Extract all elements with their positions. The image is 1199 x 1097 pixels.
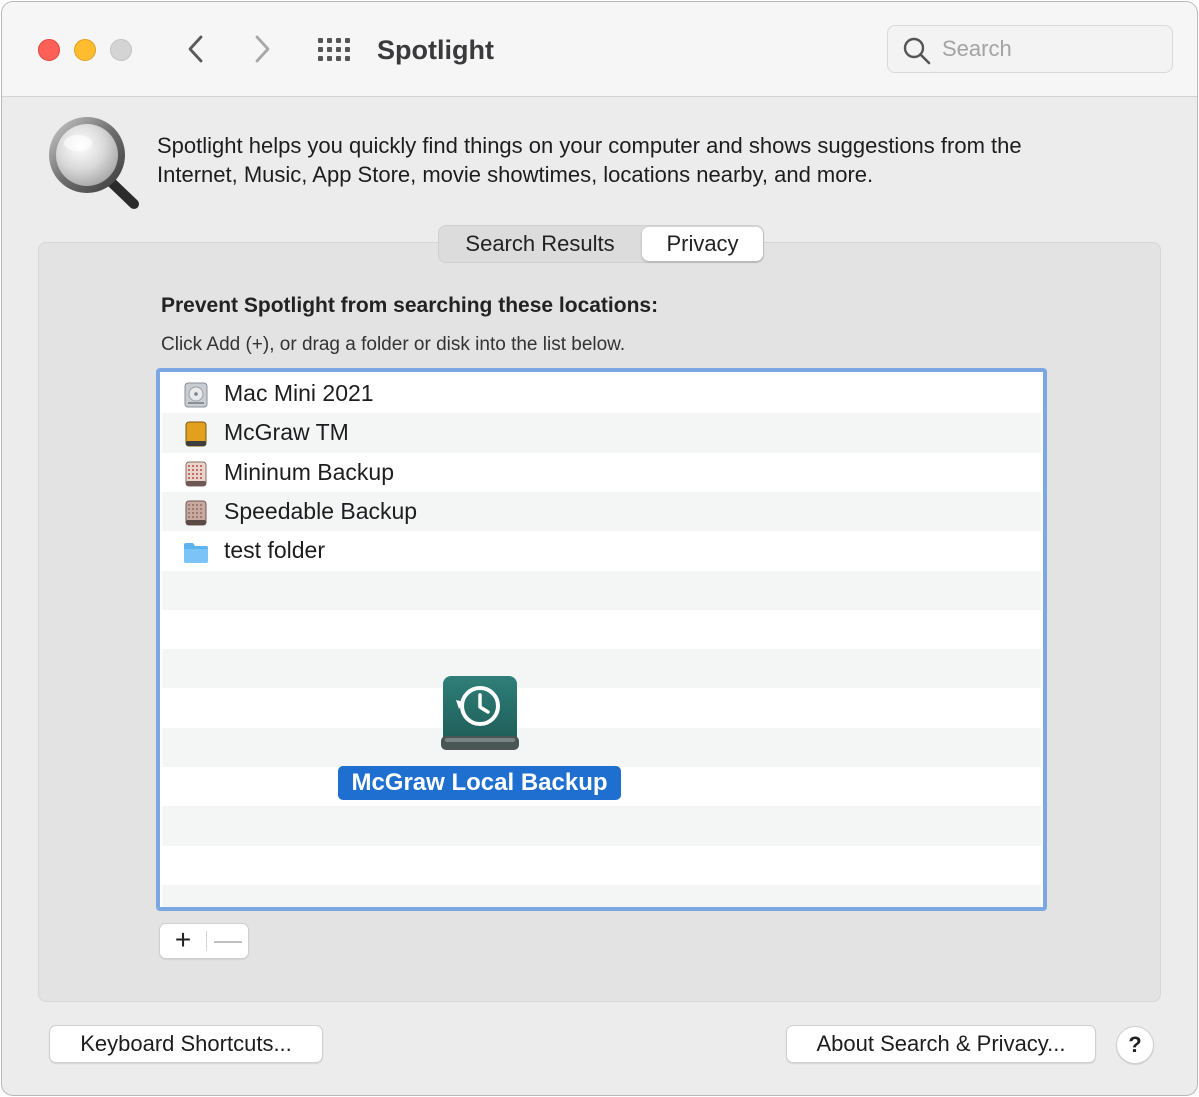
help-button[interactable]: ? (1116, 1026, 1154, 1064)
system-preferences-window: Spotlight Spotlight (1, 1, 1198, 1096)
tab-privacy[interactable]: Privacy (642, 227, 763, 261)
search-icon (903, 37, 931, 65)
empty-row (162, 609, 1041, 650)
chevron-left-icon (188, 35, 203, 63)
show-all-button[interactable] (316, 37, 352, 63)
dragged-item-label: McGraw Local Backup (338, 766, 621, 800)
folder-icon (184, 543, 208, 564)
empty-row (162, 649, 1041, 689)
keyboard-shortcuts-button[interactable]: Keyboard Shortcuts... (49, 1025, 323, 1063)
forward-button[interactable] (247, 32, 277, 66)
spotlight-description: Spotlight helps you quickly find things … (157, 131, 1167, 189)
external-disk-icon (185, 421, 207, 447)
spotlight-magnifier-icon (49, 117, 139, 209)
empty-row (162, 845, 1041, 885)
search-input[interactable] (942, 34, 1162, 64)
empty-row (162, 806, 1041, 846)
empty-row (162, 727, 1041, 767)
excluded-locations-list[interactable]: Mac Mini 2021 McGraw TM Mininum Backup S… (156, 368, 1047, 911)
titlebar: Spotlight (2, 2, 1197, 97)
about-search-privacy-button[interactable]: About Search & Privacy... (786, 1025, 1096, 1063)
add-remove-control: + — (159, 923, 249, 959)
list-item[interactable]: Mac Mini 2021 (162, 374, 1041, 414)
minimize-button[interactable] (74, 39, 96, 61)
list-item-label: test folder (224, 537, 325, 564)
close-button[interactable] (38, 39, 60, 61)
description-line-1: Spotlight helps you quickly find things … (157, 133, 1022, 158)
zoom-button[interactable] (110, 39, 132, 61)
empty-row (162, 688, 1041, 728)
chevron-right-icon (255, 35, 270, 63)
add-button[interactable]: + (160, 924, 206, 958)
remove-button[interactable]: — (207, 924, 249, 958)
internal-disk-icon (184, 382, 208, 408)
grid-icon (318, 38, 350, 61)
empty-row (162, 884, 1041, 907)
list-item-label: Speedable Backup (224, 497, 418, 524)
backup-disk-icon (185, 461, 207, 487)
list-item[interactable]: McGraw TM (162, 413, 1041, 453)
window-title: Spotlight (377, 35, 494, 65)
backup-disk-icon (185, 500, 207, 526)
empty-row (162, 570, 1041, 610)
list-item-label: Mac Mini 2021 (224, 380, 374, 406)
tab-bar: Search Results Privacy (438, 225, 764, 263)
time-machine-disk-icon[interactable] (439, 674, 521, 756)
list-item[interactable]: Speedable Backup (162, 491, 1041, 532)
list-item-label: McGraw TM (224, 419, 349, 446)
list-item-label: Mininum Backup (224, 458, 395, 485)
list-item[interactable]: test folder (162, 531, 1041, 571)
privacy-heading: Prevent Spotlight from searching these l… (161, 294, 659, 317)
search-field[interactable] (887, 25, 1173, 73)
description-line-2: Internet, Music, App Store, movie showti… (157, 162, 874, 187)
privacy-hint: Click Add (+), or drag a folder or disk … (161, 334, 626, 355)
list-item[interactable]: Mininum Backup (162, 452, 1041, 492)
tab-search-results[interactable]: Search Results (439, 226, 641, 262)
back-button[interactable] (181, 32, 211, 66)
